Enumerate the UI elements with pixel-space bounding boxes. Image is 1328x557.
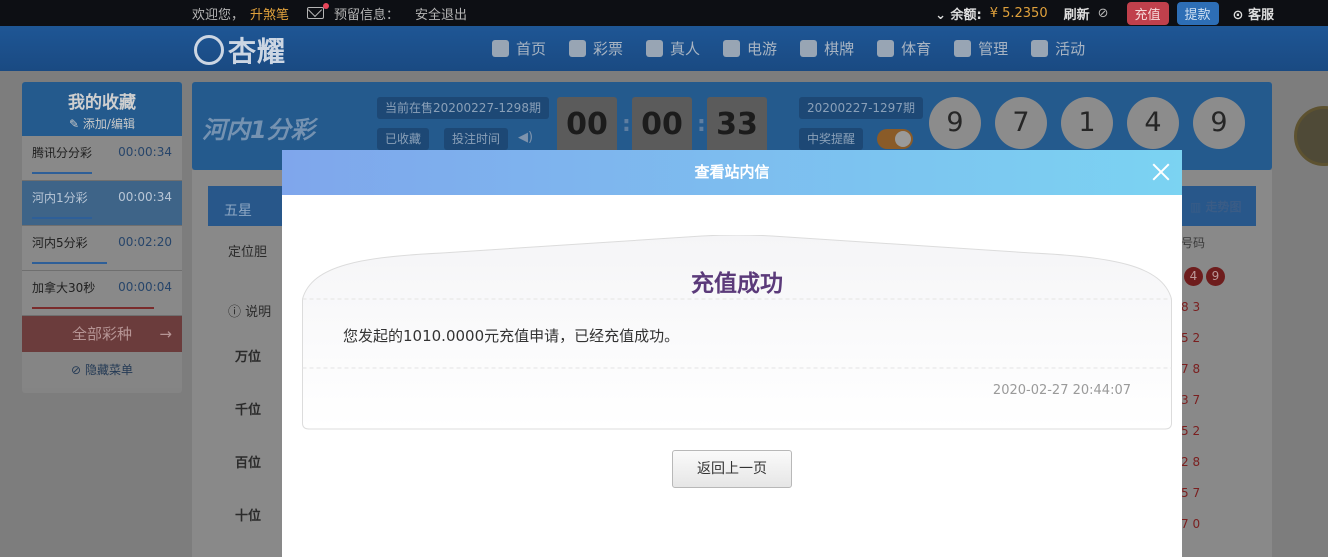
lottery-brand: 河内1分彩 [202, 116, 315, 144]
game-icon [723, 40, 741, 57]
history-row: 2 8 [1181, 455, 1201, 469]
unread-dot [323, 3, 330, 9]
mode-label[interactable]: 定位胆 [228, 241, 267, 260]
sound-icon[interactable]: ◀) [518, 130, 533, 145]
nav-live[interactable]: 真人 [646, 38, 700, 59]
message-timestamp: 2020-02-27 20:44:07 [992, 383, 1131, 398]
nav-sports[interactable]: 体育 [877, 38, 931, 59]
message-card: 充值成功 您发起的1010.0000元充值申请，已经充值成功。 2020-02-… [302, 235, 1172, 430]
result-ball: 9 [1193, 97, 1245, 149]
result-ball: 7 [995, 97, 1047, 149]
nav-events[interactable]: 活动 [1031, 38, 1085, 59]
result-ball: 4 [1127, 97, 1179, 149]
position-label: 万位 [235, 350, 262, 365]
trend-chart-link[interactable]: ▥ 走势图 [1190, 198, 1242, 215]
result-ball: 9 [929, 97, 981, 149]
top-bar: 欢迎您， 升煞笔 预留信息： 安全退出 ⌄ 余额: ¥ 5.2350 刷新 ⊘ … [0, 0, 1328, 26]
site-logo[interactable]: 杏耀 [194, 30, 286, 70]
message-body: 您发起的1010.0000元充值申请，已经充值成功。 [343, 327, 680, 345]
modal-header: 查看站内信 [282, 150, 1182, 195]
countdown-separator: : [622, 112, 631, 137]
eye-off-icon[interactable]: ⊘ [1098, 6, 1109, 21]
favorite-item[interactable]: 河内5分彩 00:02:20 [22, 226, 182, 271]
favorites-edit-link[interactable]: ✎ 添加/编辑 [22, 115, 182, 132]
users-icon [954, 40, 972, 57]
nav-manage[interactable]: 管理 [954, 38, 1008, 59]
countdown-separator: : [697, 112, 706, 137]
modal-title: 查看站内信 [694, 163, 770, 181]
ticket-icon [569, 40, 587, 57]
prize-alert-label: 中奖提醒 [799, 128, 864, 150]
all-games-button[interactable]: 全部彩种 → [22, 316, 182, 352]
cards-icon [800, 40, 818, 57]
history-ball: 9 [1206, 267, 1225, 286]
countdown-seconds: 33 [707, 97, 767, 153]
countdown-minutes: 00 [632, 97, 692, 153]
favorites-title: 我的收藏 [68, 93, 136, 113]
current-issue: 当前在售20200227-1298期 [377, 97, 549, 119]
reserved-info[interactable]: 预留信息： [334, 4, 399, 23]
mail-icon[interactable] [307, 3, 330, 19]
home-icon [492, 40, 509, 57]
service-button[interactable]: ⊙ 客服 [1233, 4, 1274, 23]
prize-alert-toggle[interactable] [877, 129, 913, 149]
result-ball: 1 [1061, 97, 1113, 149]
username[interactable]: 升煞笔 [250, 4, 289, 23]
hide-menu-button[interactable]: ⊘ 隐藏菜单 [22, 352, 182, 388]
bar-chart-icon: ▥ [1190, 200, 1202, 214]
history-ball: 4 [1184, 267, 1203, 286]
position-label: 十位 [235, 509, 262, 524]
history-header: 号码 [1181, 236, 1206, 250]
balance-label: ⌄ 余额: [935, 7, 982, 23]
explain-link[interactable]: ⓘ 说明 [228, 301, 271, 320]
arrow-right-icon: → [159, 325, 172, 343]
history-row: 5 7 [1181, 486, 1201, 500]
person-icon [646, 40, 664, 57]
balance-value: ¥ 5.2350 [989, 5, 1048, 21]
history-row: 8 3 [1181, 300, 1201, 314]
logo-mark-icon [194, 35, 224, 65]
back-button[interactable]: 返回上一页 [672, 450, 792, 488]
recharge-button[interactable]: 充值 [1126, 1, 1169, 25]
collected-button[interactable]: 已收藏 [377, 128, 430, 150]
countdown-hours: 00 [557, 97, 617, 153]
last-issue: 20200227-1297期 [799, 97, 923, 119]
position-label: 千位 [235, 403, 262, 418]
history-row: 7 8 [1181, 362, 1201, 376]
nav-slots[interactable]: 电游 [723, 38, 777, 59]
history-row: 7 0 [1181, 517, 1201, 531]
bet-time-button[interactable]: 投注时间 [444, 128, 509, 150]
favorite-item[interactable]: 腾讯分分彩 00:00:34 [22, 136, 182, 181]
position-label: 百位 [235, 456, 262, 471]
refresh-button[interactable]: 刷新 [1064, 4, 1090, 23]
welcome-text: 欢迎您， [192, 7, 245, 23]
history-row: 3 7 [1181, 393, 1201, 407]
main-nav: 杏耀 首页 彩票 真人 电游 棋牌 体育 管理 活动 [0, 26, 1328, 71]
close-icon[interactable] [1150, 161, 1172, 183]
nav-cards[interactable]: 棋牌 [800, 38, 854, 59]
eye-off-icon: ⊘ [71, 363, 82, 377]
favorite-item[interactable]: 加拿大30秒 00:00:04 [22, 271, 182, 316]
logout-link[interactable]: 安全退出 [415, 4, 467, 23]
nav-home[interactable]: 首页 [492, 38, 546, 59]
tab-five-star[interactable]: 五星 [224, 200, 252, 220]
message-modal: 查看站内信 充值成功 您发起的1010.0000元充值申请，已经充值成功。 20… [282, 150, 1182, 557]
favorites-panel: 我的收藏 ✎ 添加/编辑 腾讯分分彩 00:00:34 河内1分彩 00:00:34… [22, 82, 182, 393]
chat-icon: ⊙ [1232, 7, 1244, 23]
withdraw-button[interactable]: 提款 [1176, 1, 1219, 25]
favorite-item[interactable]: 河内1分彩 00:00:34 [22, 181, 182, 226]
trophy-icon [877, 40, 895, 57]
message-title: 充值成功 [691, 271, 783, 297]
history-row: 5 2 [1181, 424, 1201, 438]
nav-lottery[interactable]: 彩票 [569, 38, 623, 59]
history-row: 5 2 [1181, 331, 1201, 345]
gift-icon [1031, 40, 1049, 57]
